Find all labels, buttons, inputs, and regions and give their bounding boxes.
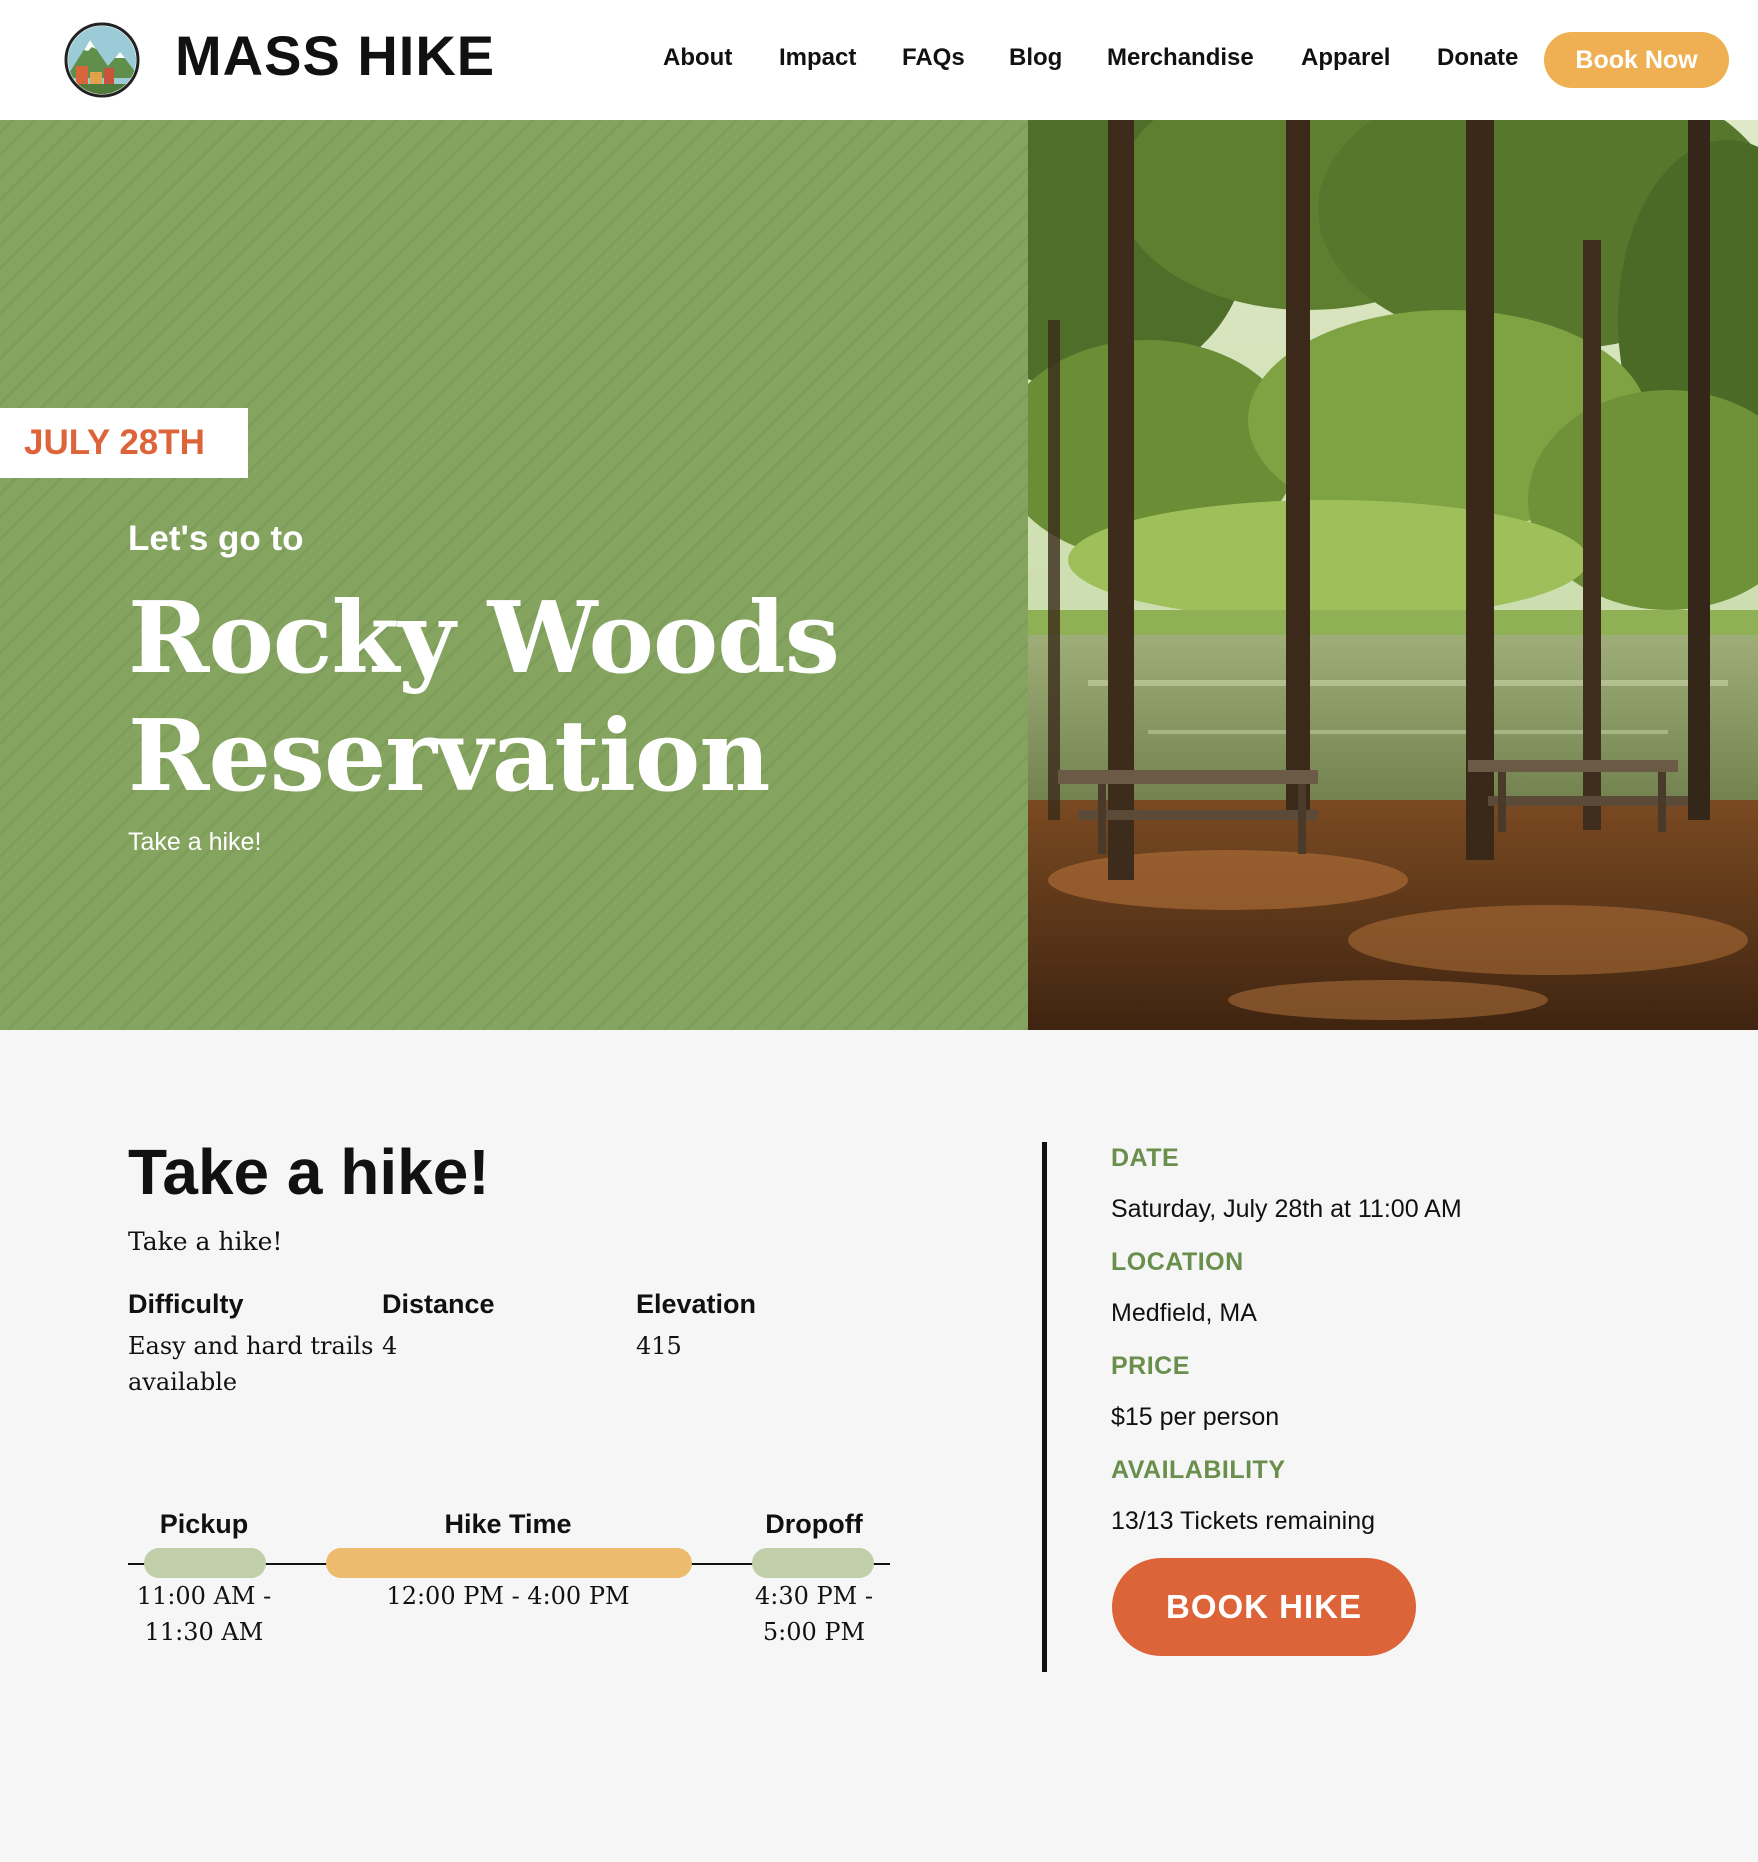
site-header: MASS HIKE About Impact FAQs Blog Merchan… (0, 0, 1758, 120)
nav-donate[interactable]: Donate (1437, 40, 1518, 76)
hero-title: Rocky Woods Reservation (128, 580, 1008, 816)
dropoff-time: 4:30 PM - 5:00 PM (755, 1582, 873, 1646)
hero-panel: JULY 28TH Let's go to Rocky Woods Reserv… (0, 120, 1028, 1030)
elevation-label: Elevation (636, 1289, 757, 1319)
availability-value: 13/13 Tickets remaining (1111, 1507, 1376, 1535)
nav-blog[interactable]: Blog (1009, 40, 1062, 76)
location-label: LOCATION (1111, 1248, 1244, 1276)
book-now-button[interactable]: Book Now (1544, 32, 1729, 88)
date-value: Saturday, July 28th at 11:00 AM (1111, 1195, 1462, 1223)
brand-name[interactable]: MASS HIKE (175, 24, 495, 88)
section-title: Take a hike! (128, 1136, 490, 1208)
dropoff-label: Dropoff (765, 1509, 863, 1539)
vertical-divider (1042, 1142, 1047, 1672)
date-label: DATE (1111, 1144, 1180, 1172)
distance-label: Distance (382, 1289, 495, 1319)
nav-about[interactable]: About (663, 40, 732, 76)
price-value: $15 per person (1111, 1403, 1280, 1431)
hike-time-range: 12:00 PM - 4:00 PM (386, 1582, 630, 1610)
date-tag: JULY 28TH (0, 408, 248, 478)
hero-kicker: Let's go to (128, 519, 304, 558)
difficulty-label: Difficulty (128, 1289, 244, 1319)
distance-value: 4 (382, 1332, 398, 1360)
price-label: PRICE (1111, 1352, 1190, 1380)
book-hike-button[interactable]: BOOK HIKE (1112, 1558, 1416, 1656)
location-value: Medfield, MA (1111, 1299, 1257, 1327)
date-tag-text: JULY 28TH (24, 423, 205, 462)
nav-merchandise[interactable]: Merchandise (1107, 40, 1254, 76)
pickup-pill (144, 1548, 266, 1578)
nav-impact[interactable]: Impact (779, 40, 856, 76)
elevation-value: 415 (636, 1332, 682, 1360)
hike-time-pill (326, 1548, 692, 1578)
hero-subtitle: Take a hike! (128, 828, 262, 856)
section-description: Take a hike! (128, 1227, 283, 1256)
hero-title-line-1: Rocky Woods (128, 581, 840, 696)
nav-apparel[interactable]: Apparel (1301, 40, 1390, 76)
difficulty-value: Easy and hard trails available (128, 1332, 374, 1396)
availability-label: AVAILABILITY (1111, 1456, 1286, 1484)
mountain-logo-icon[interactable] (64, 22, 140, 98)
hike-time-label: Hike Time (444, 1509, 572, 1539)
pickup-label: Pickup (159, 1509, 249, 1539)
pickup-time: 11:00 AM - 11:30 AM (136, 1582, 272, 1646)
hero-title-line-2: Reservation (128, 699, 771, 814)
nav-faqs[interactable]: FAQs (902, 40, 965, 76)
dropoff-pill (752, 1548, 874, 1578)
forest-lake-photo (1028, 120, 1758, 1030)
